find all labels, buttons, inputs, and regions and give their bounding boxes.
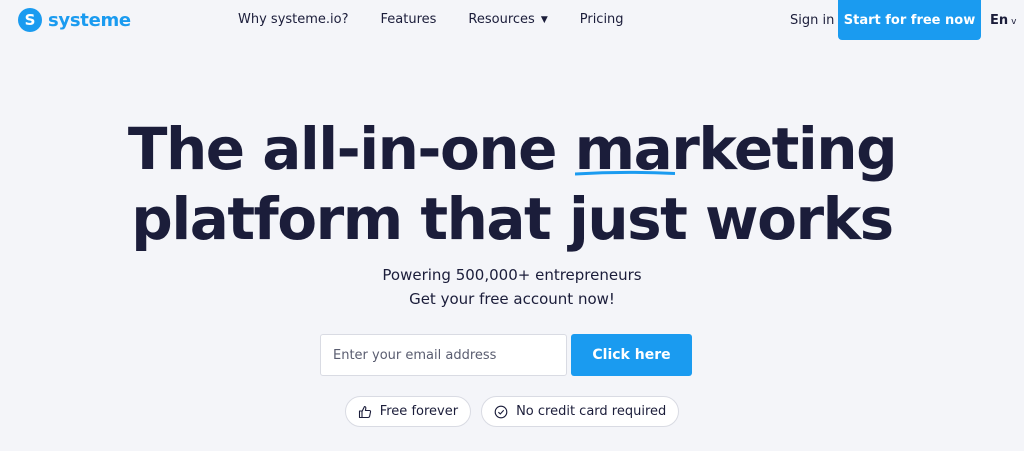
- chevron-down-icon: v: [1011, 17, 1017, 27]
- badge-no-credit-card: No credit card required: [481, 396, 680, 427]
- nav-item-resources[interactable]: Resources ▼: [468, 12, 547, 27]
- nav-item-label: Features: [380, 12, 437, 27]
- nav-item-label: Pricing: [579, 12, 624, 27]
- brand-logo[interactable]: S systeme: [18, 8, 131, 32]
- thumbs-up-icon: [358, 405, 371, 418]
- language-label: En: [990, 13, 1009, 28]
- headline-text: The all-in-one: [127, 115, 575, 183]
- subtitle-line2: Get your free account now!: [409, 290, 615, 308]
- headline-line1: The all-in-one marketing: [127, 114, 898, 184]
- check-circle-icon: [494, 405, 508, 418]
- badge-label: No credit card required: [516, 404, 667, 419]
- subtitle-line1: Powering 500,000+ entrepreneurs: [382, 266, 642, 284]
- start-free-button[interactable]: Start for free now: [838, 0, 981, 40]
- caret-down-icon: ▼: [540, 14, 548, 25]
- nav-item-features[interactable]: Features: [381, 12, 437, 27]
- nav-item-label: Resources: [468, 12, 535, 27]
- nav-item-label: Why systeme.io?: [238, 12, 349, 27]
- language-selector[interactable]: En v: [990, 13, 1016, 28]
- email-input[interactable]: [320, 334, 567, 376]
- nav-item-pricing[interactable]: Pricing: [580, 12, 624, 27]
- nav-item-why[interactable]: Why systeme.io?: [238, 12, 349, 27]
- badge-free-forever: Free forever: [344, 396, 472, 427]
- click-here-button[interactable]: Click here: [571, 334, 692, 376]
- hero-headline: The all-in-one marketing platform that j…: [0, 114, 1024, 254]
- highlight-underline: [574, 170, 675, 176]
- brand-name: systeme: [48, 9, 131, 31]
- main-nav: Why systeme.io? Features Resources ▼ Pri…: [238, 12, 624, 27]
- site-header: S systeme Why systeme.io? Features Resou…: [0, 0, 1024, 42]
- sign-in-link[interactable]: Sign in: [790, 13, 834, 28]
- badge-label: Free forever: [379, 404, 459, 419]
- feature-badges: Free forever No credit card required: [0, 396, 1024, 427]
- systeme-logo-icon: S: [18, 8, 42, 32]
- hero-subtitle: Powering 500,000+ entrepreneurs Get your…: [0, 263, 1024, 311]
- headline-highlight: marketing: [574, 114, 898, 184]
- headline-line2: platform that just works: [131, 185, 894, 253]
